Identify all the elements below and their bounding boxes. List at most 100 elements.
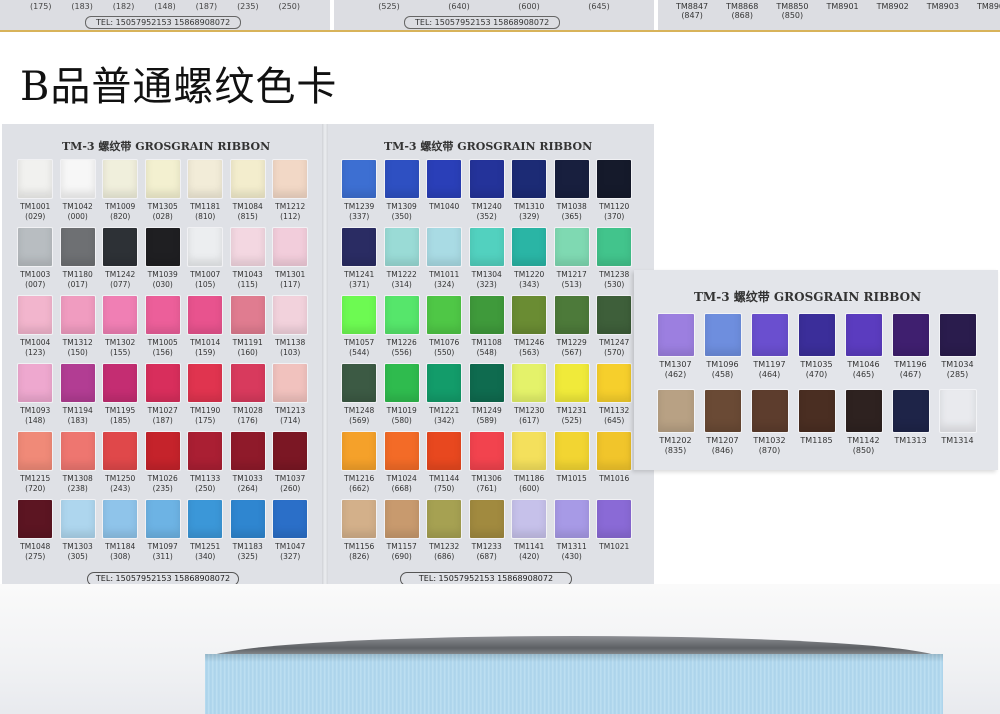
tel-pill-right: TEL: 15057952153 15868908072: [400, 572, 572, 584]
swatch-code: (342): [434, 415, 455, 425]
swatch-label: TM1034 (285): [934, 360, 981, 379]
color-swatch: [145, 432, 180, 470]
swatch-name: TM1311: [556, 542, 587, 551]
ribbon-spool-shadow: [205, 654, 943, 662]
swatch-code: (324): [434, 279, 455, 289]
color-swatch: [273, 160, 308, 198]
color-swatch: [751, 390, 788, 432]
swatch-name: TM1184: [105, 542, 136, 551]
swatch-name: TM1001: [20, 202, 51, 211]
swatch-name: TM1019: [386, 406, 417, 415]
swatch-code: (077): [110, 279, 131, 289]
swatch-name: TM8868: [726, 2, 759, 11]
swatch-code: (305): [67, 551, 88, 561]
swatch-label: TM1185: [793, 436, 840, 446]
swatch-code: (550): [434, 347, 455, 357]
swatch-label: TM1216 (662): [338, 474, 381, 493]
ribbon-spool: [205, 654, 943, 714]
swatch-code: (183): [67, 415, 88, 425]
swatch-label: TM1180 (017): [57, 270, 100, 289]
swatch-cell: TM1250 (243): [99, 432, 142, 493]
swatch-cell: TM1157 (690): [381, 500, 424, 561]
swatch-cell: TM1003 (007): [14, 228, 57, 289]
swatch-name: TM1027: [147, 406, 178, 415]
swatch-label: TM1096 (458): [699, 360, 746, 379]
swatch-label: TM8847 (847): [676, 2, 708, 20]
swatch-code: (548): [476, 347, 497, 357]
swatch-label: TM1133 (250): [184, 474, 227, 493]
swatch-code: (264): [237, 483, 258, 493]
swatch-name: TM1305: [147, 202, 178, 211]
swatch-cell: TM1005 (156): [142, 296, 185, 357]
swatch-code: (187): [152, 415, 173, 425]
swatch-row: TM1307 (462) TM1096 (458) TM1197 (464) TM1035(…: [652, 314, 981, 379]
swatch-cell: TM1097 (311): [142, 500, 185, 561]
swatch-label: TM1191 (160): [227, 338, 270, 357]
color-swatch: [188, 296, 223, 334]
swatch-label: TM1141 (420): [508, 542, 551, 561]
swatch-label: TM1310 (329): [508, 202, 551, 221]
color-swatch: [188, 364, 223, 402]
swatch-label: TM1048 (275): [14, 542, 57, 561]
swatch-name: TM1156: [344, 542, 375, 551]
swatch-name: TM1301: [275, 270, 306, 279]
color-swatch: [469, 296, 504, 334]
swatch-label: TM1027 (187): [142, 406, 185, 425]
swatch-cell: TM1213 (714): [269, 364, 312, 425]
swatch-name: TM1097: [147, 542, 178, 551]
swatch-code: (340): [195, 551, 216, 561]
code-label: (600): [518, 2, 540, 11]
swatch-name: TM1138: [275, 338, 306, 347]
swatch-code: (570): [604, 347, 625, 357]
swatch-label: TM1246 (563): [508, 338, 551, 357]
color-swatch: [427, 432, 462, 470]
swatch-cell: TM1306 (761): [466, 432, 509, 493]
color-swatch: [342, 228, 377, 266]
swatch-label: TM1226 (556): [381, 338, 424, 357]
color-swatch: [103, 228, 138, 266]
swatch-code: (645): [604, 415, 625, 425]
swatch-code: (686): [434, 551, 455, 561]
color-swatch: [145, 500, 180, 538]
swatch-code: (028): [152, 211, 173, 221]
swatch-name: TM1039: [147, 270, 178, 279]
swatch-label: TM8902: [877, 2, 909, 20]
swatch-name: TM1213: [275, 406, 306, 415]
swatch-row: TM1216 (662) TM1024 (668) TM1144 (750) TM1306(…: [338, 432, 636, 493]
swatch-code: (458): [711, 369, 734, 379]
code-label: (640): [448, 2, 470, 11]
swatch-label: TM1021: [593, 542, 636, 552]
swatch-code: (868): [731, 11, 753, 20]
swatch-name: TM1144: [429, 474, 460, 483]
swatch-code: (308): [110, 551, 131, 561]
top-right-names: TM8847 (847) TM8868 (868) TM8850 (850) TM8901 T…: [676, 2, 1000, 20]
swatch-cell: TM1009 (820): [99, 160, 142, 221]
top-card-right: TM8847 (847) TM8868 (868) TM8850 (850) TM8901 T…: [658, 0, 1000, 30]
color-swatch: [60, 160, 95, 198]
swatch-label: TM1242 (077): [99, 270, 142, 289]
swatch-label: TM1197 (464): [746, 360, 793, 379]
swatch-name: TM1242: [105, 270, 136, 279]
swatch-code: (156): [152, 347, 173, 357]
swatch-code: (567): [561, 347, 582, 357]
code-label: (187): [195, 2, 218, 11]
color-swatch: [18, 432, 53, 470]
swatch-name: TM1014: [190, 338, 221, 347]
color-swatch: [145, 160, 180, 198]
swatch-cell: TM1076 (550): [423, 296, 466, 357]
color-swatch: [798, 314, 835, 356]
swatch-label: TM1038 (365): [551, 202, 594, 221]
code-label: (175): [29, 2, 52, 11]
swatch-code: (668): [391, 483, 412, 493]
color-swatch: [145, 228, 180, 266]
color-card-inset: TM-3 螺纹带 GROSGRAIN RIBBON TM1307 (462) TM1…: [634, 270, 998, 470]
swatch-cell: TM1046 (465): [840, 314, 887, 379]
swatch-cell: TM1084 (815): [227, 160, 270, 221]
swatch-cell: TM1034 (285): [934, 314, 981, 379]
swatch-cell: TM1207 (846): [699, 390, 746, 455]
swatch-label: TM1220 (343): [508, 270, 551, 289]
color-swatch: [145, 364, 180, 402]
color-swatch: [342, 432, 377, 470]
swatch-code: (314): [391, 279, 412, 289]
swatch-name: TM1229: [556, 338, 587, 347]
